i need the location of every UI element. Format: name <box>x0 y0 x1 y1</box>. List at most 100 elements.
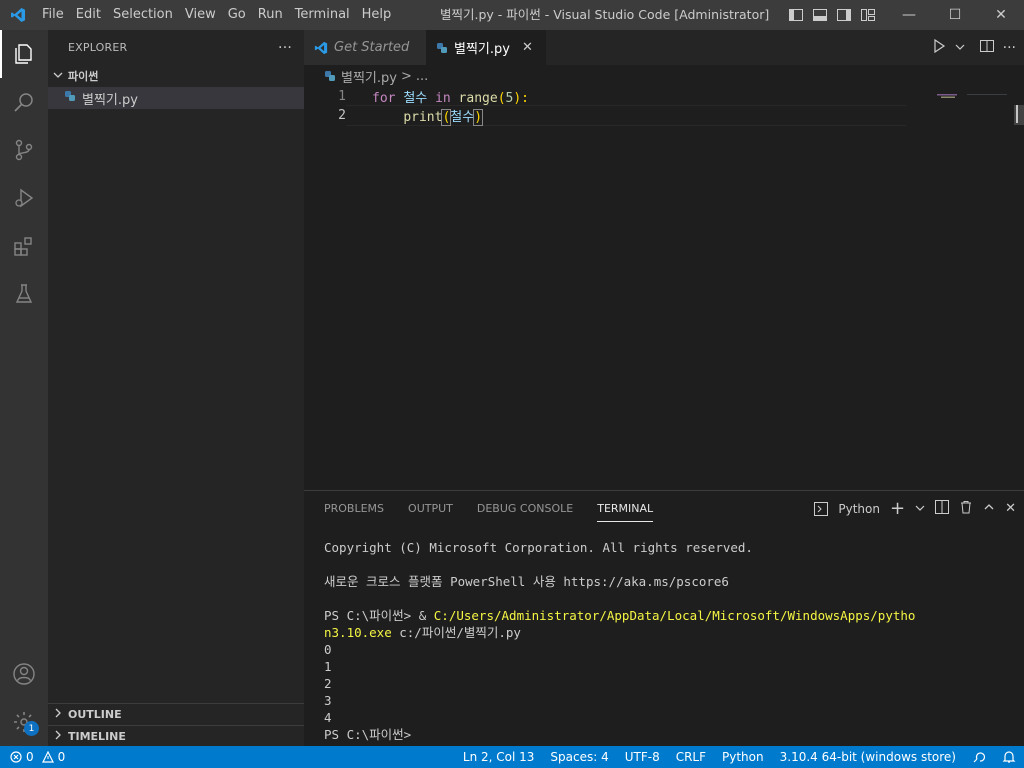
run-dropdown-icon[interactable] <box>955 41 965 56</box>
close-icon[interactable]: ✕ <box>978 0 1024 30</box>
chevron-right-icon <box>52 707 64 722</box>
language-mode[interactable]: Python <box>714 750 772 764</box>
activity-bar-bottom: 1 <box>0 650 48 746</box>
code-line-current: 2 print(철수) <box>304 105 929 126</box>
minimap[interactable] <box>937 87 1007 98</box>
tab-label: 별찍기.py <box>454 42 510 57</box>
close-panel-icon[interactable]: ✕ <box>1005 501 1016 516</box>
file-item[interactable]: 별찍기.py <box>48 87 304 109</box>
terminal-shell-label[interactable]: Python <box>838 502 880 516</box>
explorer-header: EXPLORER ··· <box>48 30 304 65</box>
menu-selection[interactable]: Selection <box>107 0 179 30</box>
explorer-title: EXPLORER <box>68 41 128 54</box>
vertical-scrollbar[interactable] <box>1010 87 1024 127</box>
minimize-icon[interactable]: — <box>886 0 932 30</box>
run-debug-icon[interactable] <box>0 174 48 222</box>
editor-area: Get Started 별찍기.py ✕ ··· 별찍기.py > ... 1 … <box>304 30 1024 490</box>
tab-file[interactable]: 별찍기.py ✕ <box>426 30 546 65</box>
status-right: Ln 2, Col 13 Spaces: 4 UTF-8 CRLF Python… <box>455 746 1024 768</box>
breadcrumb-file[interactable]: 별찍기.py <box>341 67 397 86</box>
warning-icon <box>41 751 54 763</box>
chevron-down-icon <box>52 69 64 84</box>
menu-terminal[interactable]: Terminal <box>289 0 356 30</box>
tab-output[interactable]: OUTPUT <box>408 496 453 521</box>
tab-get-started[interactable]: Get Started <box>304 30 426 65</box>
menu-view[interactable]: View <box>179 0 222 30</box>
explorer-icon[interactable] <box>0 30 48 78</box>
outline-label: OUTLINE <box>68 708 122 721</box>
indentation[interactable]: Spaces: 4 <box>542 750 616 764</box>
extensions-icon[interactable] <box>0 222 48 270</box>
more-actions-icon[interactable]: ··· <box>278 40 292 56</box>
tab-terminal[interactable]: TERMINAL <box>597 496 654 522</box>
problems-status[interactable]: 0 0 <box>0 750 65 764</box>
trash-icon[interactable] <box>959 500 973 517</box>
panel-actions: Python + ✕ <box>814 499 1016 517</box>
menu-help[interactable]: Help <box>356 0 398 30</box>
code-line: 1 for 철수 in range(5): <box>304 87 929 106</box>
editor-tabs: Get Started 별찍기.py ✕ ··· <box>304 30 1024 65</box>
title-bar: File Edit Selection View Go Run Terminal… <box>0 0 1024 30</box>
manage-gear-icon[interactable]: 1 <box>0 698 48 746</box>
code-editor[interactable]: 1 for 철수 in range(5): 2 print(철수) <box>304 87 929 126</box>
notifications-bell-icon[interactable] <box>994 750 1024 764</box>
layout-controls <box>788 7 876 23</box>
terminal-command-line: n3.10.exe c:/파이썬/별찍기.py <box>324 625 521 640</box>
split-editor-icon[interactable] <box>979 38 995 58</box>
close-tab-icon[interactable]: ✕ <box>522 40 533 55</box>
chevron-down-icon[interactable] <box>915 502 925 516</box>
chevron-right-icon <box>52 729 64 744</box>
testing-icon[interactable] <box>0 270 48 318</box>
terminal-line: Copyright (C) Microsoft Corporation. All… <box>324 540 753 555</box>
end-of-line[interactable]: CRLF <box>668 750 714 764</box>
search-icon[interactable] <box>0 78 48 126</box>
terminal-output[interactable]: Copyright (C) Microsoft Corporation. All… <box>324 539 1014 743</box>
breadcrumb: 별찍기.py > ... <box>304 65 1024 87</box>
split-terminal-icon[interactable] <box>935 500 950 517</box>
tab-debug-console[interactable]: DEBUG CONSOLE <box>477 496 573 521</box>
line-content: print(철수) <box>346 105 906 126</box>
line-number: 2 <box>338 108 346 123</box>
breadcrumb-symbol[interactable]: ... <box>416 69 428 84</box>
terminal-output-line: 0 <box>324 642 332 657</box>
file-label: 별찍기.py <box>82 92 138 108</box>
warning-count: 0 <box>57 750 66 764</box>
vscode-logo-icon <box>314 41 328 55</box>
explorer-sidebar: EXPLORER ··· 파이썬 별찍기.py OUTLINE TIMELINE <box>48 30 304 746</box>
menu-edit[interactable]: Edit <box>70 0 107 30</box>
line-number: 1 <box>338 89 346 104</box>
accounts-icon[interactable] <box>0 650 48 698</box>
new-terminal-icon[interactable]: + <box>890 499 905 517</box>
menu-go[interactable]: Go <box>222 0 252 30</box>
bottom-panel: PROBLEMS OUTPUT DEBUG CONSOLE TERMINAL P… <box>304 490 1024 746</box>
terminal-output-line: 3 <box>324 693 332 708</box>
tab-problems[interactable]: PROBLEMS <box>324 496 384 521</box>
terminal-shell-icon <box>814 501 829 516</box>
cursor-position[interactable]: Ln 2, Col 13 <box>455 750 543 764</box>
python-interpreter[interactable]: 3.10.4 64-bit (windows store) <box>772 750 964 764</box>
timeline-label: TIMELINE <box>68 730 126 743</box>
toggle-panel-icon[interactable] <box>812 7 828 23</box>
error-icon <box>10 751 22 763</box>
editor-actions: ··· <box>931 38 1016 58</box>
tab-label: Get Started <box>334 40 410 55</box>
more-actions-icon[interactable]: ··· <box>1003 40 1016 56</box>
terminal-command-line: PS C:\파이썬> & C:/Users/Administrator/AppD… <box>324 608 916 623</box>
encoding[interactable]: UTF-8 <box>617 750 668 764</box>
toggle-primary-sidebar-icon[interactable] <box>788 7 804 23</box>
workspace-folder[interactable]: 파이썬 <box>48 65 304 87</box>
line-content: for 철수 in range(5): <box>372 91 529 106</box>
feedback-icon[interactable] <box>964 750 994 764</box>
maximize-panel-icon[interactable] <box>983 501 995 516</box>
toggle-secondary-sidebar-icon[interactable] <box>836 7 852 23</box>
maximize-icon[interactable]: ☐ <box>932 0 978 30</box>
outline-section[interactable]: OUTLINE <box>48 703 304 725</box>
customize-layout-icon[interactable] <box>860 7 876 23</box>
timeline-section[interactable]: TIMELINE <box>48 725 304 747</box>
run-python-file-icon[interactable] <box>931 38 947 58</box>
window-title: 별찍기.py - 파이썬 - Visual Studio Code [Admin… <box>440 7 770 22</box>
menu-run[interactable]: Run <box>252 0 289 30</box>
terminal-output-line: 2 <box>324 676 332 691</box>
menu-file[interactable]: File <box>36 0 70 30</box>
source-control-icon[interactable] <box>0 126 48 174</box>
